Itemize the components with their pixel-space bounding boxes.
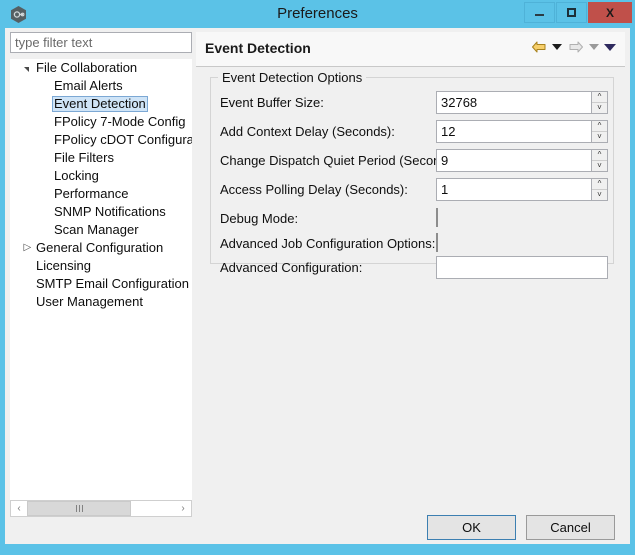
tree-item-licensing[interactable]: Licensing [10, 257, 192, 275]
field-advanced-configuration: Advanced Configuration: [220, 254, 612, 280]
tree-item-snmp-notifications[interactable]: SNMP Notifications [10, 203, 192, 221]
tree-item-label: FPolicy cDOT Configura [54, 132, 192, 147]
tree-item-file-filters[interactable]: File Filters [10, 149, 192, 167]
advanced-job-configuration-options-checkbox[interactable] [436, 233, 438, 252]
field-label: Advanced Configuration: [220, 259, 363, 275]
view-menu-icon[interactable] [604, 43, 616, 51]
spinner-down-icon[interactable]: ˅ [592, 103, 607, 113]
field-control: ^ ˅ [436, 119, 608, 143]
forward-dropdown-icon [589, 44, 599, 50]
spinner-buttons[interactable]: ^ ˅ [591, 177, 608, 201]
field-label: Event Buffer Size: [220, 94, 324, 110]
minimize-button[interactable] [524, 2, 555, 23]
tree-item-label: Locking [54, 168, 99, 183]
field-add-context-delay: Add Context Delay (Seconds): ^ ˅ [220, 118, 612, 144]
field-label: Debug Mode: [220, 210, 299, 226]
spinner-buttons[interactable]: ^ ˅ [591, 119, 608, 143]
back-arrow-icon[interactable] [530, 39, 547, 55]
spinner-up-icon[interactable]: ^ [592, 121, 607, 132]
tree-item-label: Licensing [36, 258, 91, 273]
field-control [436, 255, 608, 279]
field-control [436, 208, 438, 227]
page-header: Event Detection [196, 32, 625, 67]
preferences-dialog: Preferences X File Collaboration Email A… [0, 0, 635, 555]
event-buffer-size-spinner[interactable]: ^ ˅ [436, 90, 608, 114]
spinner-up-icon[interactable]: ^ [592, 179, 607, 190]
ok-button[interactable]: OK [427, 515, 516, 540]
advanced-configuration-input[interactable] [436, 255, 608, 279]
spinner-down-icon[interactable]: ˅ [592, 161, 607, 171]
forward-arrow-icon [567, 39, 584, 55]
tree-item-email-alerts[interactable]: Email Alerts [10, 77, 192, 95]
tree-item-label: User Management [36, 294, 143, 309]
field-control: ^ ˅ [436, 90, 608, 114]
field-debug-mode: Debug Mode: [220, 205, 612, 231]
add-context-delay-spinner[interactable]: ^ ˅ [436, 119, 608, 143]
tree-item-label: Scan Manager [54, 222, 139, 237]
tree-item-smtp-email-configuration[interactable]: SMTP Email Configuration [10, 275, 192, 293]
preferences-tree[interactable]: File Collaboration Email Alerts Event De… [10, 59, 192, 500]
minimize-icon [535, 14, 544, 16]
spinner-buttons[interactable]: ^ ˅ [591, 148, 608, 172]
field-access-polling-delay: Access Polling Delay (Seconds): ^ ˅ [220, 176, 612, 202]
access-polling-delay-input[interactable] [436, 177, 591, 201]
tree-item-fpolicy-cdot-configuration[interactable]: FPolicy cDOT Configura [10, 131, 192, 149]
field-control [436, 233, 438, 252]
tree-item-label: FPolicy 7-Mode Config [54, 114, 186, 129]
field-label: Change Dispatch Quiet Period (Seconds): [220, 152, 463, 168]
change-dispatch-quiet-period-input[interactable] [436, 148, 591, 172]
dialog-footer: OK Cancel [5, 509, 630, 544]
page-navigation-toolbar [530, 39, 616, 55]
maximize-icon [567, 8, 576, 17]
tree-item-label: Event Detection [52, 96, 148, 112]
tree-item-label: File Filters [54, 150, 114, 165]
tree-item-label: General Configuration [36, 240, 164, 255]
tree-item-user-management[interactable]: User Management [10, 293, 192, 311]
event-buffer-size-input[interactable] [436, 90, 591, 114]
close-button[interactable]: X [588, 2, 632, 23]
back-dropdown-icon[interactable] [552, 44, 562, 50]
tree-item-label: Performance [54, 186, 129, 201]
spinner-down-icon[interactable]: ˅ [592, 132, 607, 142]
expand-triangle-icon[interactable] [20, 59, 32, 77]
field-label: Advanced Job Configuration Options: [220, 235, 436, 251]
field-change-dispatch-quiet-period: Change Dispatch Quiet Period (Seconds): … [220, 147, 612, 173]
filter-input[interactable] [10, 32, 192, 53]
field-event-buffer-size: Event Buffer Size: ^ ˅ [220, 89, 612, 115]
field-advanced-job-configuration-options: Advanced Job Configuration Options: [220, 230, 612, 256]
tree-item-event-detection[interactable]: Event Detection [10, 95, 192, 113]
tree-item-locking[interactable]: Locking [10, 167, 192, 185]
tree-item-general-configuration[interactable]: General Configuration [10, 239, 192, 257]
tree-item-label: SMTP Email Configuration [36, 276, 189, 291]
preferences-tree-panel: File Collaboration Email Alerts Event De… [10, 32, 192, 517]
field-control: ^ ˅ [436, 177, 608, 201]
preference-page: Event Detection Event Detection Options … [196, 32, 625, 513]
collapse-triangle-icon[interactable] [20, 239, 32, 257]
spinner-down-icon[interactable]: ˅ [592, 190, 607, 200]
title-bar: Preferences X [0, 0, 635, 28]
tree-item-file-collaboration[interactable]: File Collaboration [10, 59, 192, 77]
tree-item-scan-manager[interactable]: Scan Manager [10, 221, 192, 239]
tree-item-label: SNMP Notifications [54, 204, 166, 219]
cancel-button[interactable]: Cancel [526, 515, 615, 540]
field-label: Access Polling Delay (Seconds): [220, 181, 408, 197]
spinner-up-icon[interactable]: ^ [592, 92, 607, 103]
close-icon: X [605, 5, 614, 20]
tree-item-fpolicy-7-mode-config[interactable]: FPolicy 7-Mode Config [10, 113, 192, 131]
tree-item-label: File Collaboration [36, 60, 138, 75]
group-legend: Event Detection Options [218, 70, 367, 85]
tree-item-performance[interactable]: Performance [10, 185, 192, 203]
add-context-delay-input[interactable] [436, 119, 591, 143]
field-label: Add Context Delay (Seconds): [220, 123, 395, 139]
spinner-buttons[interactable]: ^ ˅ [591, 90, 608, 114]
spinner-up-icon[interactable]: ^ [592, 150, 607, 161]
change-dispatch-quiet-period-spinner[interactable]: ^ ˅ [436, 148, 608, 172]
field-control: ^ ˅ [436, 148, 608, 172]
debug-mode-checkbox[interactable] [436, 208, 438, 227]
tree-item-label: Email Alerts [54, 78, 123, 93]
access-polling-delay-spinner[interactable]: ^ ˅ [436, 177, 608, 201]
dialog-body: File Collaboration Email Alerts Event De… [5, 28, 630, 544]
page-title: Event Detection [205, 40, 311, 56]
maximize-button[interactable] [556, 2, 587, 23]
